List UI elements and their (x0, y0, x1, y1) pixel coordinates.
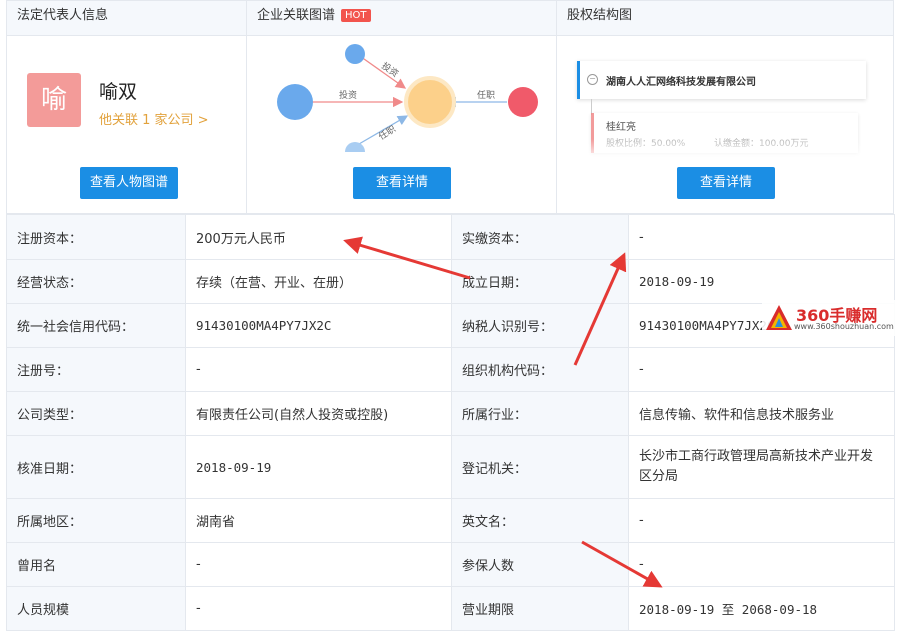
value-region: 湖南省 (185, 498, 452, 543)
relation-graph-title: 企业关联图谱 (257, 8, 336, 23)
equity-company-node[interactable]: − 湖南人人汇网络科技发展有限公司 (577, 61, 866, 99)
label-paid-capital: 实缴资本： (451, 214, 629, 260)
label-business-term: 营业期限 (451, 586, 629, 631)
node-bottom (345, 142, 365, 152)
table-row: 注册号： - 组织机构代码： - (6, 347, 895, 392)
business-info-table: 注册资本： 200万元人民币 实缴资本： - 经营状态： 存续（在营、开业、在册… (6, 214, 895, 631)
legal-rep-name[interactable]: 喻双 (99, 77, 137, 104)
avatar: 喻 (27, 73, 81, 127)
relation-graph-preview[interactable]: 投资 投资 任职 任职 (247, 36, 557, 166)
table-row: 人员规模 - 营业期限 2018-09-19 至 2068-09-18 (6, 586, 895, 631)
table-row: 公司类型： 有限责任公司(自然人投资或控股) 所属行业： 信息传输、软件和信息技… (6, 391, 895, 436)
equity-company-name: 湖南人人汇网络科技发展有限公司 (606, 77, 756, 88)
value-insured-count: - (628, 542, 895, 587)
label-company-type: 公司类型： (6, 391, 186, 436)
value-established-date: 2018-09-19 (628, 259, 895, 304)
label-insured-count: 参保人数 (451, 542, 629, 587)
label-credit-code: 统一社会信用代码： (6, 303, 186, 348)
table-row: 曾用名 - 参保人数 - (6, 542, 895, 587)
label-staff-size: 人员规模 (6, 586, 186, 631)
legal-rep-title: 法定代表人信息 (7, 1, 246, 36)
watermark-url: www.360shouzhuan.com (794, 322, 894, 331)
watermark: 360手赚网 www.360shouzhuan.com (762, 300, 902, 336)
value-staff-size: - (185, 586, 452, 631)
value-english-name: - (628, 498, 895, 543)
edge-label-invest-left: 投资 (339, 89, 357, 101)
table-row: 注册资本： 200万元人民币 实缴资本： - (6, 214, 895, 260)
value-registration-number: - (185, 347, 452, 392)
edge-label-invest-top: 投资 (379, 60, 401, 80)
view-equity-detail-button[interactable]: 查看详情 (677, 167, 775, 199)
legal-rep-card: 法定代表人信息 喻 喻双 他关联 1 家公司 > 查看人物图谱 (7, 1, 247, 214)
label-established-date: 成立日期： (451, 259, 629, 304)
info-cards: 法定代表人信息 喻 喻双 他关联 1 家公司 > 查看人物图谱 企业关联图谱 HO… (6, 0, 894, 214)
value-organization-code: - (628, 347, 895, 392)
edge-label-role-right: 任职 (477, 89, 495, 101)
equity-structure-title: 股权结构图 (557, 1, 893, 36)
value-company-type: 有限责任公司(自然人投资或控股) (185, 391, 452, 436)
node-top (345, 44, 365, 64)
node-center-company (404, 76, 456, 128)
value-credit-code: 91430100MA4PY7JX2C (185, 303, 452, 348)
label-approval-date: 核准日期： (6, 435, 186, 499)
label-region: 所属地区： (6, 498, 186, 543)
value-business-status: 存续（在营、开业、在册） (185, 259, 452, 304)
table-row: 所属地区： 湖南省 英文名： - (6, 498, 895, 543)
value-registered-capital: 200万元人民币 (185, 214, 452, 260)
value-registration-authority: 长沙市工商行政管理局高新技术产业开发区分局 (628, 435, 895, 499)
view-graph-detail-button[interactable]: 查看详情 (353, 167, 451, 199)
equity-fade (577, 139, 877, 161)
label-registration-authority: 登记机关： (451, 435, 629, 499)
label-business-status: 经营状态： (6, 259, 186, 304)
node-left (277, 84, 313, 120)
view-person-graph-button[interactable]: 查看人物图谱 (80, 167, 178, 199)
table-row: 经营状态： 存续（在营、开业、在册） 成立日期： 2018-09-19 (6, 259, 895, 304)
watermark-logo-icon (766, 305, 792, 330)
label-english-name: 英文名： (451, 498, 629, 543)
equity-holder-name: 桂红亮 (606, 122, 636, 133)
related-companies-link[interactable]: 他关联 1 家公司 > (99, 109, 209, 128)
table-row: 核准日期： 2018-09-19 登记机关： 长沙市工商行政管理局高新技术产业开… (6, 435, 895, 499)
node-right (508, 87, 538, 117)
edge-label-role-bottom: 任职 (376, 123, 398, 143)
value-business-term: 2018-09-19 至 2068-09-18 (628, 586, 895, 631)
relation-graph-header: 企业关联图谱 HOT (247, 1, 556, 36)
label-registered-capital: 注册资本： (6, 214, 186, 260)
label-industry: 所属行业： (451, 391, 629, 436)
value-industry: 信息传输、软件和信息技术服务业 (628, 391, 895, 436)
hot-badge: HOT (341, 9, 371, 22)
equity-structure-card: 股权结构图 − 湖南人人汇网络科技发展有限公司 桂红亮 股权比例：50.00% … (557, 1, 893, 214)
value-approval-date: 2018-09-19 (185, 435, 452, 499)
label-registration-number: 注册号： (6, 347, 186, 392)
label-organization-code: 组织机构代码： (451, 347, 629, 392)
value-former-name: - (185, 542, 452, 587)
label-taxpayer-id: 纳税人识别号： (451, 303, 629, 348)
collapse-icon[interactable]: − (587, 74, 598, 85)
label-former-name: 曾用名 (6, 542, 186, 587)
value-paid-capital: - (628, 214, 895, 260)
relation-graph-card: 企业关联图谱 HOT 投资 投资 任职 任职 查看详情 (247, 1, 557, 214)
